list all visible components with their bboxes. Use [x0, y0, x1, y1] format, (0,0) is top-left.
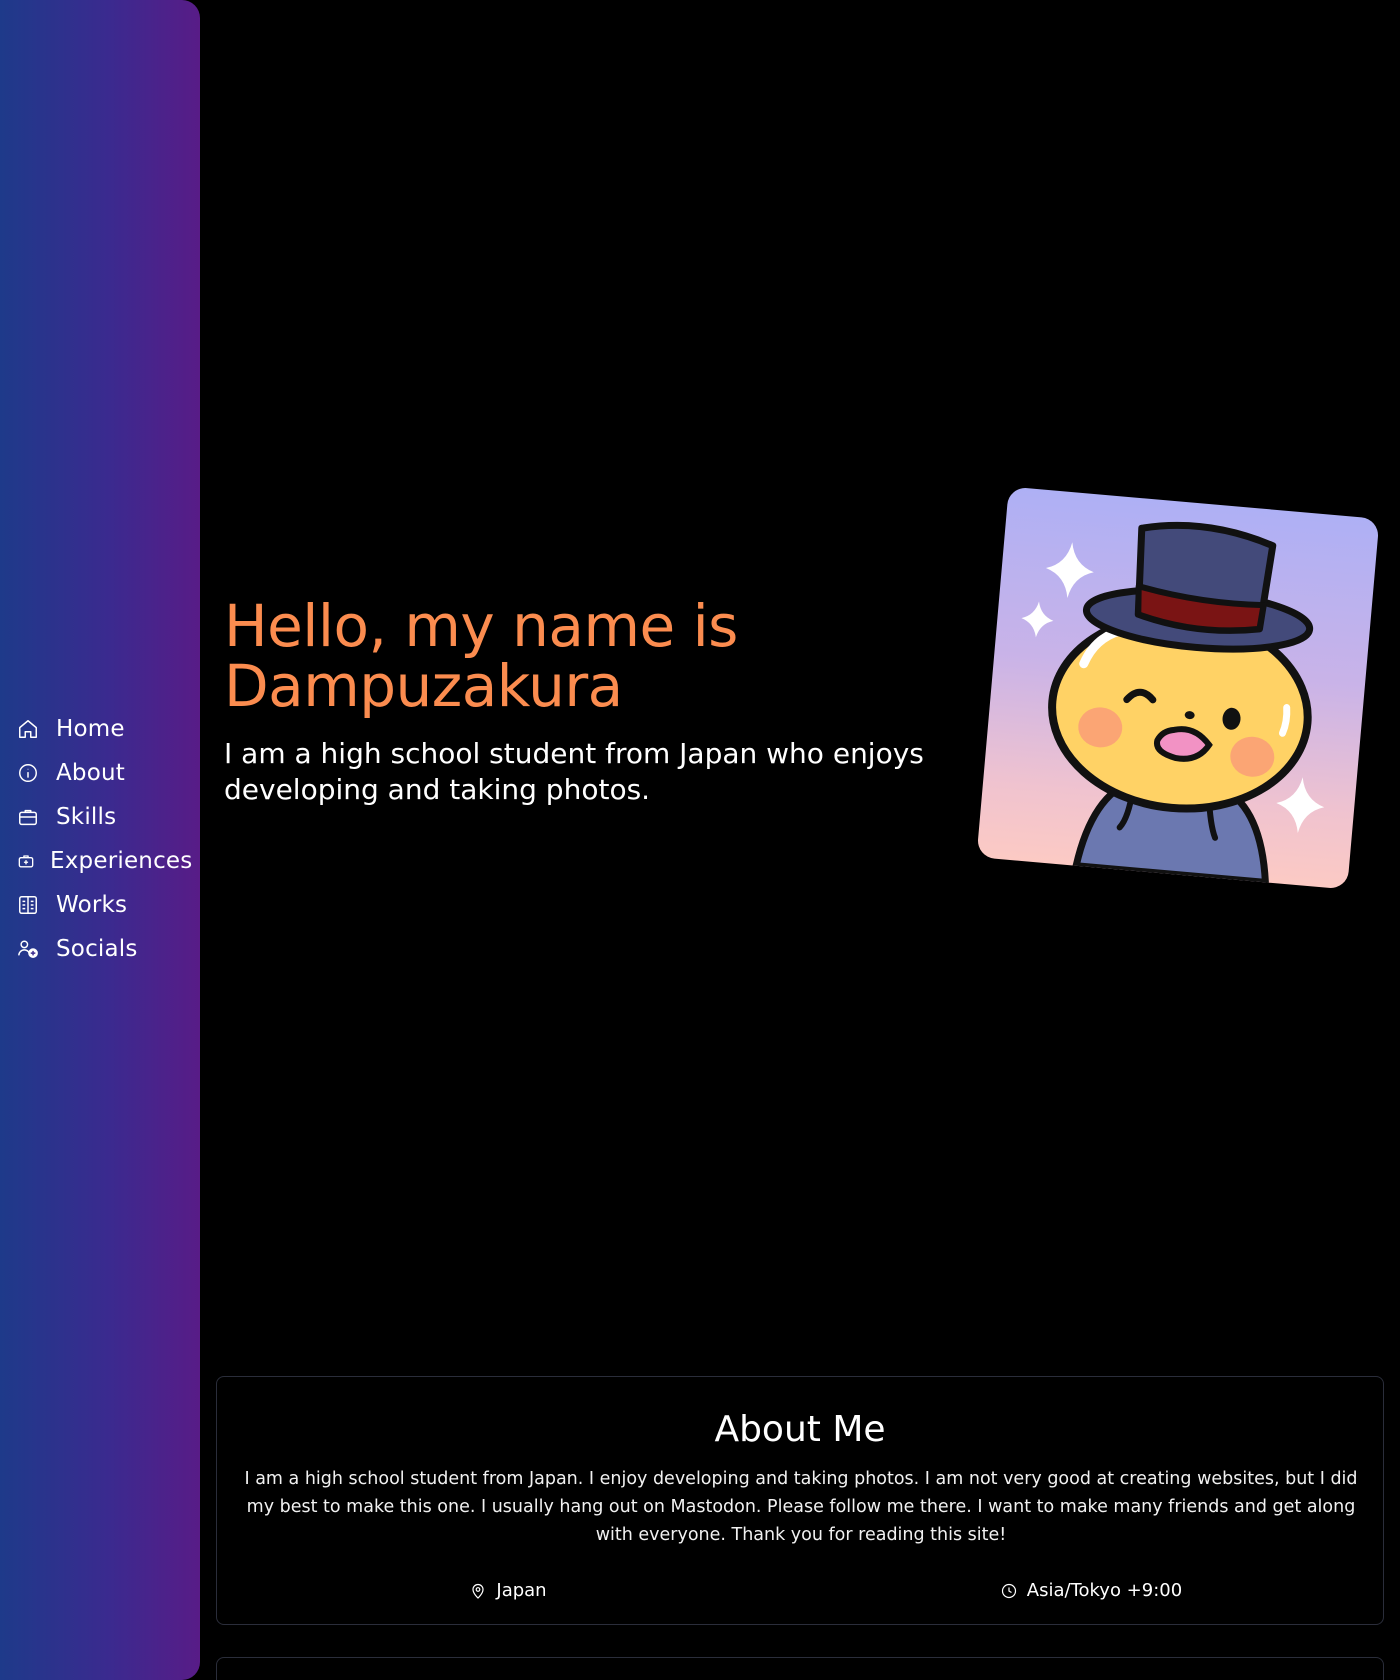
sidebar-item-socials[interactable]: Socials [16, 927, 192, 971]
sidebar-item-works[interactable]: Works [16, 883, 192, 927]
sidebar: Home About Skills Experiences Works Soci… [0, 0, 200, 1680]
hero-subtitle: I am a high school student from Japan wh… [224, 737, 924, 806]
location-text: Japan [496, 1580, 547, 1601]
sidebar-item-label: Home [56, 716, 125, 742]
users-plus-icon [16, 937, 40, 961]
map-pin-icon [470, 1583, 486, 1599]
sidebar-nav: Home About Skills Experiences Works Soci… [16, 707, 192, 971]
sidebar-item-skills[interactable]: Skills [16, 795, 192, 839]
sidebar-item-label: Experiences [50, 848, 193, 874]
sidebar-item-label: Socials [56, 936, 138, 962]
clock-icon [1001, 1583, 1017, 1599]
briefcase-icon [16, 805, 40, 829]
sidebar-item-label: About [56, 760, 126, 786]
sidebar-item-home[interactable]: Home [16, 707, 192, 751]
top-hat-mascot-avatar [1021, 521, 1325, 887]
location-info: Japan [217, 1580, 800, 1601]
timezone-info: Asia/Tokyo +9:00 [800, 1580, 1383, 1601]
about-meta: Japan Asia/Tokyo +9:00 [217, 1580, 1383, 1601]
sidebar-item-experiences[interactable]: Experiences [16, 839, 192, 883]
briefcase-plus-icon [16, 849, 36, 873]
sidebar-item-label: Skills [56, 804, 117, 830]
next-section [216, 1657, 1384, 1680]
sidebar-item-about[interactable]: About [16, 751, 192, 795]
sidebar-item-label: Works [56, 892, 128, 918]
about-section: About Me I am a high school student from… [216, 1376, 1384, 1625]
page: Home About Skills Experiences Works Soci… [0, 0, 1400, 1680]
hero-title: Hello, my name is Dampuzakura [224, 592, 738, 720]
avatar [976, 486, 1380, 890]
timezone-text: Asia/Tokyo +9:00 [1026, 1580, 1183, 1601]
home-icon [16, 717, 40, 741]
about-text: I am a high school student from Japan. I… [244, 1469, 1358, 1545]
grid-book-icon [16, 893, 40, 917]
about-title: About Me [714, 1409, 886, 1450]
info-icon [16, 761, 40, 785]
